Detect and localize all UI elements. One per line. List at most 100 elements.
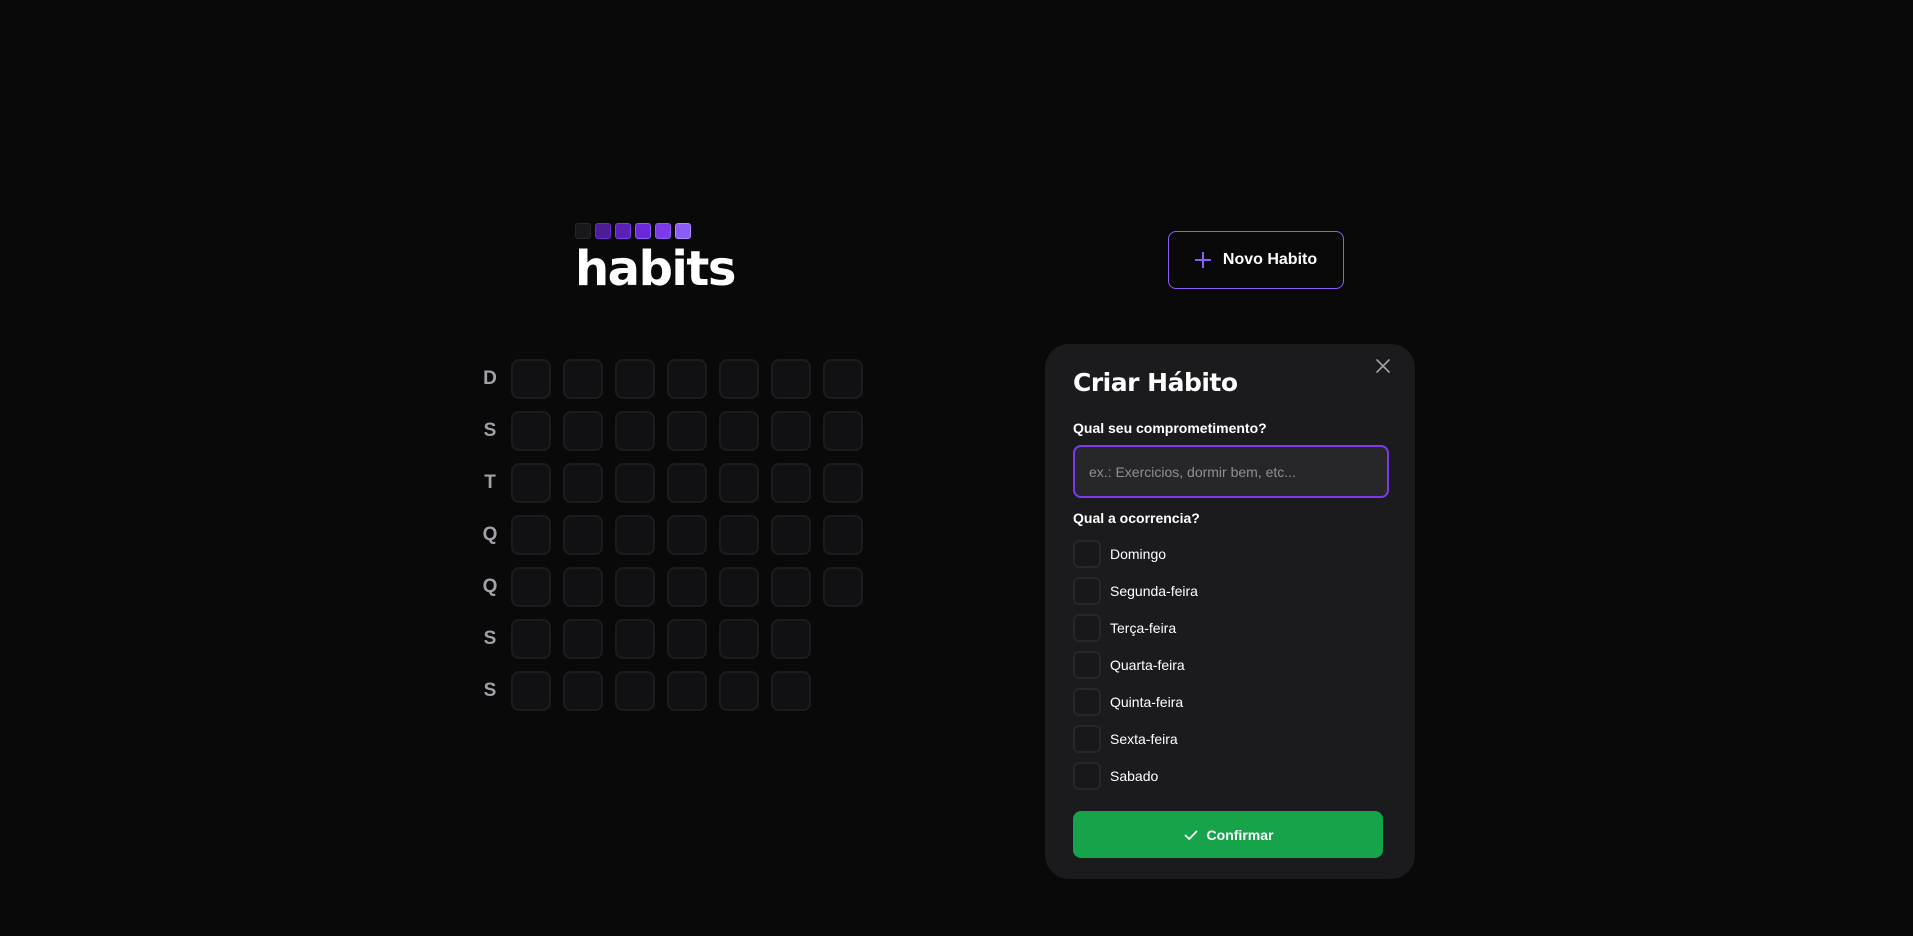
habit-day-cell[interactable] bbox=[511, 359, 551, 399]
weekday-label: Domingo bbox=[1110, 546, 1167, 562]
logo-square bbox=[595, 223, 611, 239]
logo-title: habits bbox=[575, 241, 736, 297]
close-icon[interactable] bbox=[1371, 354, 1395, 378]
habit-day-cell[interactable] bbox=[563, 359, 603, 399]
habit-day-cell[interactable] bbox=[563, 619, 603, 659]
habit-day-cell[interactable] bbox=[667, 567, 707, 607]
logo-square bbox=[655, 223, 671, 239]
new-habit-label: Novo Habito bbox=[1222, 251, 1318, 268]
habit-day-cell[interactable] bbox=[511, 463, 551, 503]
weekday-checkbox[interactable] bbox=[1073, 577, 1101, 605]
habit-day-cell[interactable] bbox=[615, 359, 655, 399]
habit-summary-grid: D S T Q Q S S bbox=[475, 359, 875, 723]
weekday-checkbox[interactable] bbox=[1073, 725, 1101, 753]
weekday-letter: T bbox=[484, 472, 496, 493]
habit-day-cell[interactable] bbox=[771, 567, 811, 607]
weekday-option[interactable]: Quinta-feira bbox=[1073, 688, 1387, 716]
plus-icon bbox=[1194, 252, 1211, 268]
habit-day-cell[interactable] bbox=[719, 463, 759, 503]
grid-row: Q bbox=[475, 567, 875, 607]
habit-day-cell[interactable] bbox=[771, 463, 811, 503]
habit-day-cell[interactable] bbox=[511, 411, 551, 451]
habit-day-cell[interactable] bbox=[511, 515, 551, 555]
weekday-label: Quarta-feira bbox=[1110, 657, 1185, 673]
habit-day-cell[interactable] bbox=[823, 515, 863, 555]
modal-title: Criar Hábito bbox=[1073, 368, 1238, 397]
habit-day-cell[interactable] bbox=[719, 515, 759, 555]
habit-day-cell[interactable] bbox=[563, 515, 603, 555]
habit-day-cell[interactable] bbox=[667, 463, 707, 503]
create-habit-modal: Criar Hábito Qual seu comprometimento? Q… bbox=[1045, 344, 1415, 879]
weekday-letter: S bbox=[483, 628, 497, 649]
weekday-option[interactable]: Segunda-feira bbox=[1073, 577, 1387, 605]
habit-day-cell[interactable] bbox=[511, 567, 551, 607]
commitment-label: Qual seu comprometimento? bbox=[1073, 420, 1267, 436]
weekday-letter: Q bbox=[482, 524, 498, 545]
grid-row: S bbox=[475, 619, 875, 659]
grid-row: T bbox=[475, 463, 875, 503]
weekday-option[interactable]: Terça-feira bbox=[1073, 614, 1387, 642]
habit-day-cell[interactable] bbox=[615, 671, 655, 711]
weekday-option[interactable]: Sexta-feira bbox=[1073, 725, 1387, 753]
weekday-label: Terça-feira bbox=[1110, 620, 1177, 636]
logo-square bbox=[615, 223, 631, 239]
weekday-option[interactable]: Domingo bbox=[1073, 540, 1387, 568]
weekday-checkbox[interactable] bbox=[1073, 651, 1101, 679]
weekday-label: Quinta-feira bbox=[1110, 694, 1184, 710]
logo-square bbox=[675, 223, 691, 239]
habit-day-cell[interactable] bbox=[667, 515, 707, 555]
habit-day-cell[interactable] bbox=[719, 359, 759, 399]
habit-day-cell[interactable] bbox=[823, 463, 863, 503]
weekday-letter: D bbox=[483, 368, 497, 389]
habit-day-cell[interactable] bbox=[719, 411, 759, 451]
weekday-letter: S bbox=[483, 680, 497, 701]
habit-day-cell[interactable] bbox=[771, 671, 811, 711]
habit-day-cell[interactable] bbox=[563, 411, 603, 451]
habit-day-cell[interactable] bbox=[823, 359, 863, 399]
weekday-letter: Q bbox=[482, 576, 498, 597]
new-habit-button[interactable]: Novo Habito bbox=[1168, 231, 1344, 289]
weekday-option[interactable]: Sabado bbox=[1073, 762, 1387, 790]
logo-squares bbox=[575, 223, 735, 239]
habit-day-cell[interactable] bbox=[667, 359, 707, 399]
commitment-input[interactable] bbox=[1073, 445, 1389, 498]
habit-day-cell[interactable] bbox=[771, 411, 811, 451]
weekday-checkbox-list: Domingo Segunda-feira Terça-feira Quarta-fe… bbox=[1073, 540, 1387, 790]
weekday-label: Sexta-feira bbox=[1110, 731, 1178, 747]
habit-day-cell[interactable] bbox=[615, 411, 655, 451]
grid-row: D bbox=[475, 359, 875, 399]
habit-day-cell[interactable] bbox=[615, 515, 655, 555]
weekday-checkbox[interactable] bbox=[1073, 540, 1101, 568]
weekday-checkbox[interactable] bbox=[1073, 762, 1101, 790]
confirm-button[interactable]: Confirmar bbox=[1073, 811, 1383, 858]
weekday-checkbox[interactable] bbox=[1073, 688, 1101, 716]
habit-day-cell[interactable] bbox=[511, 619, 551, 659]
habit-day-cell[interactable] bbox=[771, 515, 811, 555]
habit-day-cell[interactable] bbox=[615, 567, 655, 607]
habit-day-cell[interactable] bbox=[719, 671, 759, 711]
habit-day-cell[interactable] bbox=[667, 671, 707, 711]
habit-day-cell[interactable] bbox=[563, 567, 603, 607]
occurrence-label: Qual a ocorrencia? bbox=[1073, 510, 1200, 526]
weekday-letter: S bbox=[483, 420, 497, 441]
habit-day-cell[interactable] bbox=[823, 567, 863, 607]
weekday-option[interactable]: Quarta-feira bbox=[1073, 651, 1387, 679]
weekday-label: Sabado bbox=[1110, 768, 1159, 784]
habit-day-cell[interactable] bbox=[719, 619, 759, 659]
habit-day-cell[interactable] bbox=[719, 567, 759, 607]
weekday-label: Segunda-feira bbox=[1110, 583, 1198, 599]
logo-square bbox=[635, 223, 651, 239]
habit-day-cell[interactable] bbox=[511, 671, 551, 711]
habit-day-cell[interactable] bbox=[667, 411, 707, 451]
grid-row: S bbox=[475, 411, 875, 451]
habit-day-cell[interactable] bbox=[563, 463, 603, 503]
logo-square bbox=[575, 223, 591, 239]
habit-day-cell[interactable] bbox=[823, 411, 863, 451]
habit-day-cell[interactable] bbox=[615, 619, 655, 659]
habit-day-cell[interactable] bbox=[771, 619, 811, 659]
habit-day-cell[interactable] bbox=[667, 619, 707, 659]
habit-day-cell[interactable] bbox=[771, 359, 811, 399]
habit-day-cell[interactable] bbox=[615, 463, 655, 503]
habit-day-cell[interactable] bbox=[563, 671, 603, 711]
weekday-checkbox[interactable] bbox=[1073, 614, 1101, 642]
